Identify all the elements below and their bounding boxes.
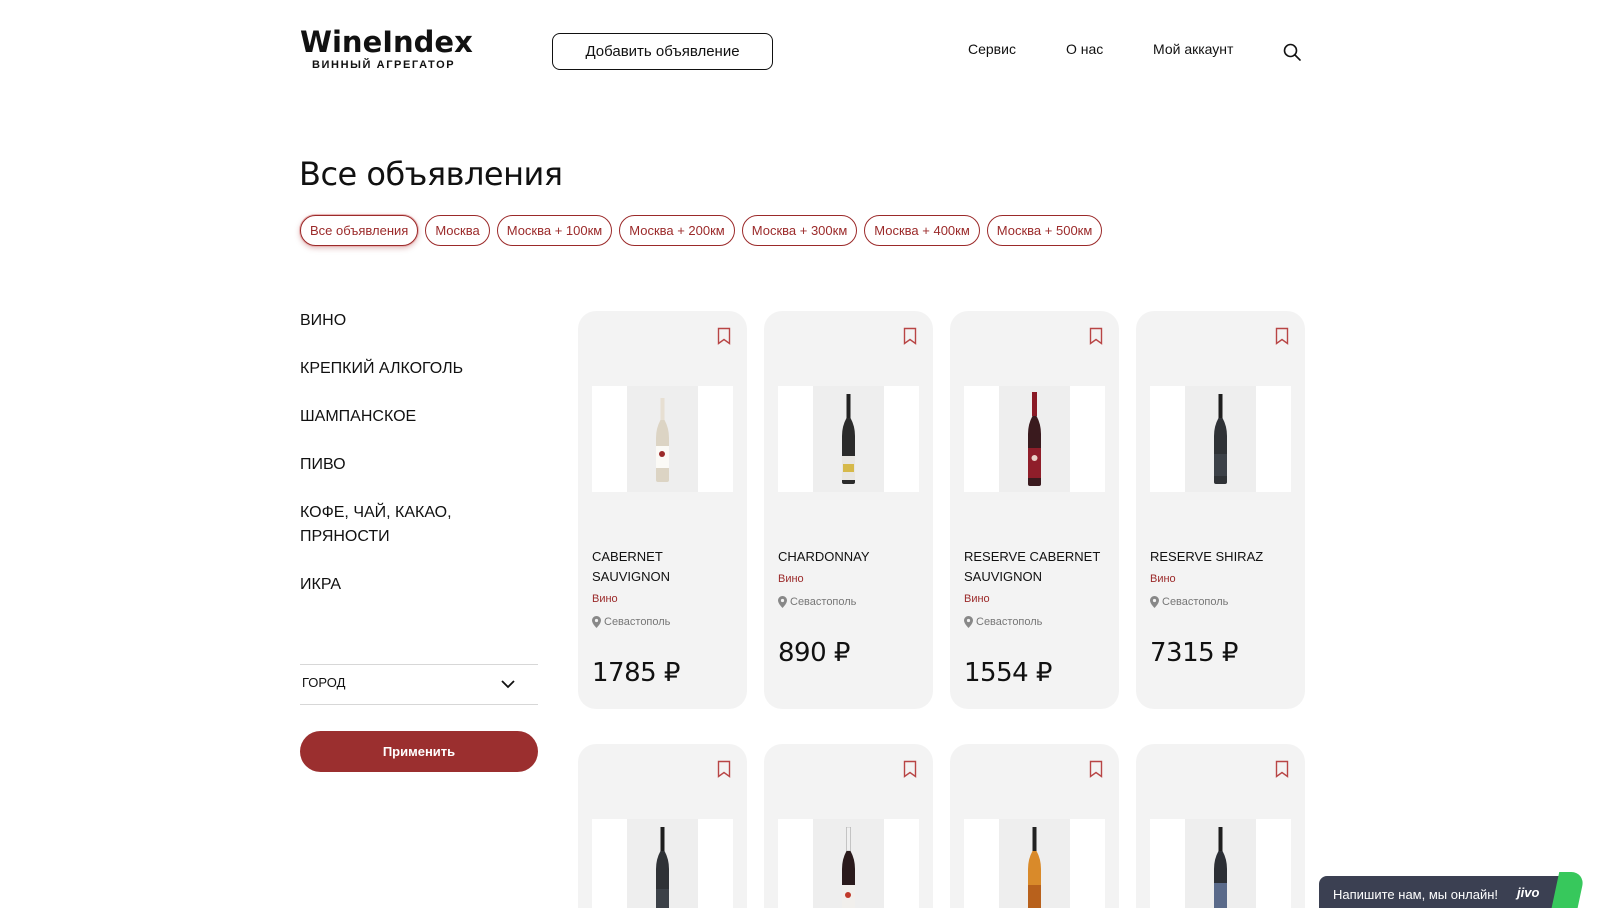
apply-button[interactable]: Применить: [300, 731, 538, 772]
bookmark-icon[interactable]: [717, 760, 731, 778]
product-name[interactable]: CABERNET SAUVIGNON: [592, 547, 737, 587]
photo-backdrop: [999, 819, 1070, 908]
product-card[interactable]: CHARDONNAY Вино Севастополь 890 ₽: [764, 311, 933, 709]
product-photo[interactable]: [778, 386, 919, 492]
page-title: Все объявления: [299, 155, 563, 193]
product-card[interactable]: [764, 744, 933, 908]
add-listing-button[interactable]: Добавить объявление: [552, 33, 773, 70]
product-photo[interactable]: [964, 386, 1105, 492]
wine-bottle-icon: [1028, 827, 1041, 908]
wine-bottle-icon: [656, 827, 669, 908]
region-filter-chips: Все объявления Москва Москва + 100км Мос…: [300, 215, 1103, 246]
product-name[interactable]: CHARDONNAY: [778, 547, 923, 567]
product-price: 890 ₽: [778, 638, 850, 668]
product-category: Вино: [778, 573, 804, 585]
product-card[interactable]: RESERVE SHIRAZ Вино Севастополь 7315 ₽: [1136, 311, 1305, 709]
product-city: Севастополь: [976, 616, 1043, 628]
product-price: 7315 ₽: [1150, 638, 1238, 668]
product-category: Вино: [964, 593, 990, 605]
product-photo[interactable]: [1150, 386, 1291, 492]
photo-backdrop: [1185, 386, 1256, 492]
logo[interactable]: WineIndex ВИННЫЙ АГРЕГАТОР: [300, 26, 475, 76]
wine-bottle-icon: [1028, 392, 1041, 486]
category-champagne[interactable]: ШАМПАНСКОЕ: [300, 405, 500, 429]
photo-backdrop: [627, 819, 698, 908]
product-name[interactable]: RESERVE CABERNET SAUVIGNON: [964, 547, 1109, 587]
product-card[interactable]: [578, 744, 747, 908]
photo-backdrop: [813, 386, 884, 492]
chat-prompt[interactable]: Напишите нам, мы онлайн!: [1333, 887, 1498, 902]
product-name[interactable]: RESERVE SHIRAZ: [1150, 547, 1295, 567]
category-coffee-tea[interactable]: КОФЕ, ЧАЙ, КАКАО, ПРЯНОСТИ: [300, 501, 470, 549]
category-caviar[interactable]: ИКРА: [300, 573, 500, 597]
divider: [300, 664, 538, 665]
wine-bottle-icon: [1214, 394, 1227, 484]
chevron-down-icon[interactable]: [500, 676, 516, 692]
product-location: Севастополь: [964, 616, 1042, 628]
product-card[interactable]: [1136, 744, 1305, 908]
wine-bottle-icon: [842, 394, 855, 484]
product-card[interactable]: CABERNET SAUVIGNON Вино Севастополь 1785…: [578, 311, 747, 709]
product-price: 1785 ₽: [592, 658, 680, 688]
bookmark-icon[interactable]: [903, 760, 917, 778]
search-icon[interactable]: [1282, 42, 1302, 62]
chip-moscow-300[interactable]: Москва + 300км: [741, 215, 858, 246]
chip-moscow-400[interactable]: Москва + 400км: [864, 215, 980, 246]
chat-widget[interactable]: Напишите нам, мы онлайн! jivo: [1319, 872, 1586, 908]
nav-link-account[interactable]: Мой аккаунт: [1153, 41, 1233, 57]
photo-backdrop: [1185, 819, 1256, 908]
product-photo[interactable]: [1150, 819, 1291, 908]
divider: [300, 704, 538, 705]
product-card[interactable]: [950, 744, 1119, 908]
city-select[interactable]: ГОРОД: [302, 675, 345, 690]
photo-backdrop: [999, 386, 1070, 492]
bookmark-icon[interactable]: [1275, 327, 1289, 345]
logo-main-text: WineIndex: [300, 25, 473, 59]
bookmark-icon[interactable]: [903, 327, 917, 345]
product-category: Вино: [1150, 573, 1176, 585]
chip-moscow-500[interactable]: Москва + 500км: [986, 215, 1103, 246]
chip-all[interactable]: Все объявления: [300, 215, 419, 246]
bookmark-icon[interactable]: [1089, 760, 1103, 778]
product-location: Севастополь: [778, 596, 856, 608]
bookmark-icon[interactable]: [717, 327, 731, 345]
product-location: Севастополь: [592, 616, 670, 628]
chip-moscow-100[interactable]: Москва + 100км: [496, 215, 613, 246]
logo-subtitle: ВИННЫЙ АГРЕГАТОР: [312, 59, 456, 71]
product-photo[interactable]: [964, 819, 1105, 908]
product-photo[interactable]: [592, 386, 733, 492]
bookmark-icon[interactable]: [1089, 327, 1103, 345]
wine-bottle-icon: [1214, 827, 1227, 908]
product-city: Севастополь: [790, 596, 857, 608]
pin-icon: [964, 616, 973, 628]
product-card[interactable]: RESERVE CABERNET SAUVIGNON Вино Севастоп…: [950, 311, 1119, 709]
product-category: Вино: [592, 593, 618, 605]
chip-moscow[interactable]: Москва: [425, 215, 490, 246]
chat-accent-shape: [1550, 872, 1586, 908]
product-city: Севастополь: [604, 616, 671, 628]
category-spirits[interactable]: КРЕПКИЙ АЛКОГОЛЬ: [300, 357, 500, 381]
chat-brand-logo: jivo: [1517, 885, 1540, 900]
category-beer[interactable]: ПИВО: [300, 453, 500, 477]
pin-icon: [778, 596, 787, 608]
photo-backdrop: [627, 386, 698, 492]
pin-icon: [592, 616, 601, 628]
nav-link-service[interactable]: Сервис: [968, 41, 1016, 57]
product-price: 1554 ₽: [964, 658, 1052, 688]
product-location: Севастополь: [1150, 596, 1228, 608]
product-photo[interactable]: [592, 819, 733, 908]
chip-moscow-200[interactable]: Москва + 200км: [619, 215, 735, 246]
photo-backdrop: [813, 819, 884, 908]
product-photo[interactable]: [778, 819, 919, 908]
nav-link-about[interactable]: О нас: [1066, 41, 1103, 57]
wine-bottle-icon: [656, 398, 669, 482]
product-city: Севастополь: [1162, 596, 1229, 608]
category-wine[interactable]: ВИНО: [300, 309, 500, 333]
wine-bottle-icon: [842, 827, 855, 908]
pin-icon: [1150, 596, 1159, 608]
bookmark-icon[interactable]: [1275, 760, 1289, 778]
